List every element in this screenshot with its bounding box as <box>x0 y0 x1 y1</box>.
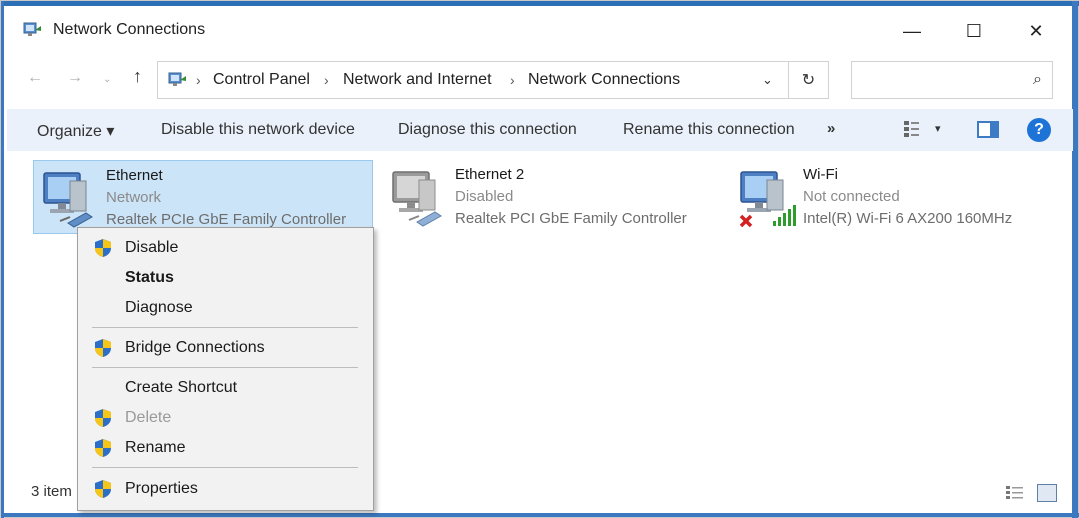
more-commands-icon[interactable]: » <box>827 120 835 137</box>
connection-item-ethernet-2[interactable]: Ethernet 2 Disabled Realtek PCI GbE Fami… <box>383 160 723 234</box>
menu-item-label: Status <box>125 269 174 286</box>
connection-device: Realtek PCI GbE Family Controller <box>455 210 687 227</box>
diagnose-connection-button[interactable]: Diagnose this connection <box>398 121 577 139</box>
uac-shield-icon <box>95 239 111 257</box>
search-input[interactable]: ⌕ <box>851 61 1053 99</box>
title-bar[interactable]: Network Connections — ☐ ✕ <box>7 7 1073 51</box>
network-connections-window: Network Connections — ☐ ✕ ← → ⌄ ↑ › Cont… <box>0 0 1079 518</box>
connection-status: Disabled <box>455 188 514 205</box>
menu-item-status[interactable]: Status <box>80 263 370 293</box>
minimize-icon: — <box>903 20 921 41</box>
menu-item-label: Bridge Connections <box>125 339 265 356</box>
ethernet-icon <box>43 172 93 228</box>
refresh-icon: ↻ <box>801 72 816 89</box>
breadcrumb-separator-icon: › <box>510 72 515 88</box>
menu-separator <box>92 327 358 328</box>
menu-item-label: Properties <box>125 480 198 497</box>
menu-item-rename[interactable]: Rename <box>80 433 370 463</box>
organize-button[interactable]: Organize ▾ <box>37 121 114 141</box>
menu-item-label: Delete <box>125 409 172 426</box>
wifi-not-connected-icon <box>739 171 796 228</box>
connection-status: Not connected <box>803 188 900 205</box>
maximize-button[interactable]: ☐ <box>949 13 999 49</box>
menu-item-label: Create Shortcut <box>125 379 238 396</box>
menu-item-diagnose[interactable]: Diagnose <box>80 293 370 323</box>
menu-item-bridge-connections[interactable]: Bridge Connections <box>80 333 370 363</box>
view-options-chevron-icon[interactable]: ▾ <box>935 122 941 135</box>
menu-item-label: Disable <box>125 239 179 256</box>
connection-item-ethernet[interactable]: Ethernet Network Realtek PCIe GbE Family… <box>33 160 373 234</box>
window-title: Network Connections <box>53 21 206 38</box>
connection-device: Intel(R) Wi-Fi 6 AX200 160MHz <box>803 210 1013 227</box>
address-dropdown-icon[interactable]: ⌄ <box>762 72 773 88</box>
maximize-icon: ☐ <box>965 20 983 41</box>
search-icon: ⌕ <box>1033 71 1042 88</box>
up-arrow-icon[interactable]: ↑ <box>133 66 142 87</box>
connection-item-wifi[interactable]: Wi-Fi Not connected Intel(R) Wi-Fi 6 AX2… <box>731 160 1061 234</box>
breadcrumb-network-connections[interactable]: Network Connections <box>528 71 680 89</box>
menu-item-label: Rename <box>125 439 186 456</box>
details-view-icon[interactable] <box>1005 484 1025 502</box>
uac-shield-icon <box>95 339 111 357</box>
close-button[interactable]: ✕ <box>1011 13 1061 49</box>
menu-item-disable[interactable]: Disable <box>80 233 370 263</box>
command-bar: Organize ▾ Disable this network device D… <box>7 109 1073 151</box>
menu-item-properties[interactable]: Properties <box>80 474 370 504</box>
help-icon[interactable]: ? <box>1027 118 1051 142</box>
disable-network-device-button[interactable]: Disable this network device <box>161 121 355 139</box>
breadcrumb-separator-icon: › <box>196 72 201 88</box>
connection-status: Network <box>106 189 162 206</box>
preview-pane-icon[interactable] <box>977 121 999 138</box>
breadcrumb-separator-icon: › <box>324 72 329 88</box>
breadcrumb-network-and-internet[interactable]: Network and Internet <box>343 71 492 89</box>
network-connections-app-icon <box>23 22 41 36</box>
menu-separator <box>92 367 358 368</box>
connection-name: Ethernet <box>106 167 163 184</box>
menu-item-label: Diagnose <box>125 299 193 316</box>
menu-separator <box>92 467 358 468</box>
back-arrow-icon[interactable]: ← <box>27 69 43 87</box>
breadcrumb-control-panel[interactable]: Control Panel <box>213 71 310 89</box>
large-icons-view-icon[interactable] <box>1037 484 1057 502</box>
refresh-button[interactable]: ↻ <box>789 61 829 99</box>
close-icon: ✕ <box>1028 20 1044 41</box>
item-count: 3 item <box>31 483 72 500</box>
menu-item-create-shortcut[interactable]: Create Shortcut <box>80 373 370 403</box>
address-bar[interactable]: › Control Panel › Network and Internet ›… <box>157 61 789 99</box>
navigation-bar: ← → ⌄ ↑ › Control Panel › Network and In… <box>7 56 1073 102</box>
uac-shield-icon <box>95 480 111 498</box>
forward-arrow-icon[interactable]: → <box>67 69 83 87</box>
uac-shield-icon <box>95 409 111 427</box>
window-frame-left <box>1 1 4 518</box>
connection-name: Wi-Fi <box>803 166 838 183</box>
rename-connection-button[interactable]: Rename this connection <box>623 121 795 139</box>
recent-locations-chevron-icon[interactable]: ⌄ <box>103 74 111 85</box>
ethernet-disabled-icon <box>392 171 442 227</box>
window-frame-bottom <box>1 513 1079 517</box>
minimize-button[interactable]: — <box>887 13 937 49</box>
uac-shield-icon <box>95 439 111 457</box>
window-frame-top <box>1 1 1079 6</box>
menu-item-delete[interactable]: Delete <box>80 403 370 433</box>
connection-name: Ethernet 2 <box>455 166 525 183</box>
context-menu: Disable Status Diagnose Bridge Connectio… <box>77 227 374 511</box>
connection-device: Realtek PCIe GbE Family Controller <box>106 211 347 228</box>
control-panel-icon <box>168 72 186 86</box>
change-view-icon[interactable] <box>903 119 925 139</box>
